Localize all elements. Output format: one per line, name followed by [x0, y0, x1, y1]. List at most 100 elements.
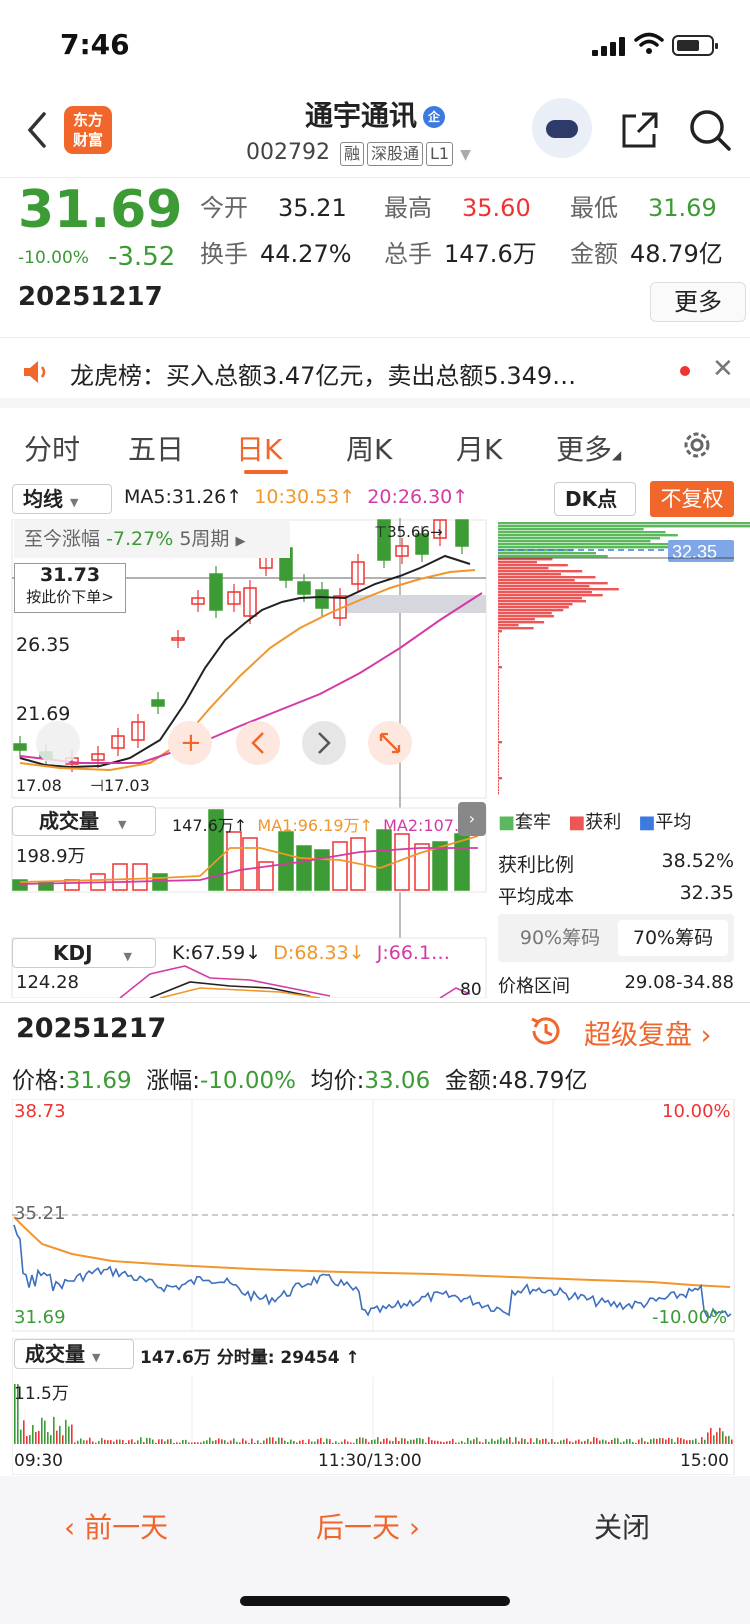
last-price: 31.69	[18, 180, 183, 240]
chip-bar	[498, 729, 499, 732]
intraday-volume-bar	[365, 1438, 367, 1444]
close-icon[interactable]: ✕	[712, 354, 734, 384]
tab-chip-70[interactable]: 70%筹码	[618, 920, 728, 956]
intraday-volume-bar	[137, 1440, 139, 1444]
tab-daily-k[interactable]: 日K	[236, 428, 282, 468]
intraday-volume-bar	[113, 1441, 115, 1444]
chip-bar	[498, 528, 644, 531]
no-rights-adjust-button[interactable]: 不复权	[650, 481, 734, 517]
volume-select[interactable]: 成交量 ▼	[12, 806, 156, 836]
intraday-volume-bar	[170, 1438, 172, 1444]
chip-bar	[498, 534, 678, 537]
intraday-volume-select[interactable]: 成交量 ▼	[14, 1339, 134, 1369]
intraday-volume-bar	[74, 1442, 76, 1444]
order-at-price-box[interactable]: 31.73 按此价下单>	[14, 563, 126, 613]
chip-tabs: 90%筹码 70%筹码	[498, 914, 734, 962]
intraday-volume-bar	[371, 1439, 373, 1444]
intraday-volume-bar	[32, 1425, 34, 1444]
chip-bar	[498, 636, 499, 639]
chip-bar	[498, 783, 499, 786]
intraday-volume-bar	[383, 1438, 385, 1444]
intraday-volume-bar	[569, 1441, 571, 1444]
status-bar: 7:46	[0, 0, 750, 88]
tab-chip-90[interactable]: 90%筹码	[504, 920, 616, 956]
chip-bar	[498, 654, 499, 657]
super-replay-link[interactable]: 超级复盘 ›	[584, 1013, 711, 1052]
history-icon[interactable]	[528, 1013, 564, 1049]
turnover-stat: 换手 44.27%	[200, 240, 352, 268]
close-button[interactable]: 关闭	[594, 1506, 650, 1546]
prev-day-button[interactable]: ‹ 前一天	[64, 1506, 168, 1546]
expand-panel-button[interactable]: ›	[458, 802, 486, 836]
unread-dot	[680, 366, 690, 376]
intraday-volume-bar	[335, 1441, 337, 1444]
intraday-volume-bar	[482, 1442, 484, 1444]
intraday-y-bot: 31.69	[14, 1307, 66, 1328]
intraday-volume-bar	[629, 1438, 631, 1444]
intraday-volume-bar	[725, 1436, 727, 1444]
intraday-volume-bar	[698, 1442, 700, 1444]
intraday-volume-bar	[704, 1439, 706, 1444]
wifi-icon	[634, 32, 664, 54]
intraday-vol-max: 11.5万	[14, 1384, 69, 1404]
intraday-volume-bar	[518, 1441, 520, 1444]
dk-point-button[interactable]: DK点	[554, 482, 636, 516]
intraday-volume-bar	[548, 1442, 550, 1444]
kdj-select[interactable]: KDJ ▼	[12, 938, 156, 968]
intraday-volume-bar	[86, 1440, 88, 1444]
chip-bar	[498, 567, 549, 570]
pan-left-button[interactable]	[236, 721, 280, 765]
signal-icon	[592, 36, 626, 56]
intraday-volume-bar	[593, 1437, 595, 1444]
change-percent: -10.00%	[18, 248, 89, 268]
chip-bar	[498, 618, 535, 621]
chip-bar	[498, 543, 676, 546]
volume-bar	[132, 863, 148, 891]
intraday-volume-bar	[515, 1437, 517, 1444]
intraday-volume-bar	[260, 1442, 262, 1444]
high-stat: 最高 35.60	[384, 194, 531, 222]
intraday-volume-bar	[479, 1441, 481, 1444]
volume-bar	[242, 837, 258, 891]
intraday-volume-bar	[467, 1437, 469, 1444]
chip-bar	[498, 561, 537, 564]
search-icon[interactable]	[688, 108, 732, 152]
intraday-volume-bar	[296, 1442, 298, 1444]
tab-five-day[interactable]: 五日	[128, 428, 184, 468]
intraday-volume-bar	[38, 1430, 40, 1444]
chip-bar	[498, 663, 499, 666]
more-button[interactable]: 更多	[650, 282, 746, 322]
intraday-volume-bar	[626, 1439, 628, 1444]
intraday-volume-bar	[566, 1438, 568, 1444]
intraday-volume-bar	[104, 1439, 106, 1444]
battery-icon	[672, 35, 718, 56]
chip-bar	[498, 675, 499, 678]
intraday-volume-bar	[317, 1439, 319, 1444]
tab-intraday[interactable]: 分时	[24, 428, 80, 468]
tab-weekly-k[interactable]: 周K	[346, 428, 392, 468]
ma-select[interactable]: 均线 ▼	[12, 484, 112, 514]
share-icon[interactable]	[620, 110, 660, 150]
intraday-volume-bar	[545, 1438, 547, 1444]
chip-bar	[498, 684, 499, 687]
chip-bar	[498, 714, 499, 717]
volume-bar	[332, 841, 348, 891]
intraday-volume-bar	[605, 1440, 607, 1444]
pan-right-button[interactable]	[302, 721, 346, 765]
gear-icon[interactable]	[680, 428, 714, 462]
change-amount: -3.52	[108, 242, 176, 272]
next-day-button[interactable]: 后一天 ›	[316, 1506, 420, 1546]
chip-bar	[498, 693, 499, 696]
stock-code-row[interactable]: 002792 融深股通 L1 ▼	[246, 140, 471, 166]
intraday-volume-bar	[599, 1440, 601, 1444]
intraday-volume-bar	[395, 1437, 397, 1444]
period-gain-box[interactable]: 至今涨幅 -7.27% 5周期 ▶	[14, 520, 290, 558]
intraday-volume-bar	[668, 1437, 670, 1444]
intraday-chart[interactable]	[12, 1099, 738, 1475]
open-stat: 今开 35.21	[200, 194, 347, 222]
assistant-robot-icon[interactable]	[532, 98, 592, 158]
tab-monthly-k[interactable]: 月K	[456, 428, 502, 468]
tab-more[interactable]: 更多◢	[556, 428, 621, 468]
intraday-volume-bar	[242, 1438, 244, 1444]
notice-bar[interactable]: 龙虎榜：买入总额3.47亿元，卖出总额5.349… ✕	[0, 338, 750, 408]
